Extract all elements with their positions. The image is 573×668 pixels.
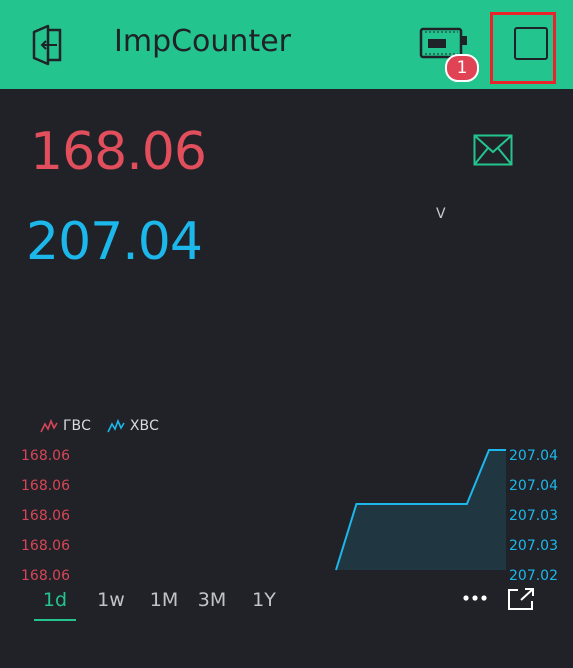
legend-item-cold: ХВС: [107, 418, 159, 434]
tab-1d[interactable]: 1d: [34, 585, 76, 621]
right-axis: 207.04 207.04 207.03 207.03 207.02: [509, 441, 558, 591]
series-area: [336, 450, 506, 570]
left-axis-tick: 168.06: [21, 508, 70, 524]
tab-1w[interactable]: 1w: [84, 585, 138, 621]
back-button[interactable]: [20, 22, 68, 68]
more-button[interactable]: [462, 590, 490, 606]
time-range-tabs: 1d 1w 1M 3M 1Y: [34, 585, 286, 621]
left-axis: 168.06 168.06 168.06 168.06 168.06: [21, 441, 70, 591]
hot-water-value: 168.06: [30, 122, 207, 182]
legend-label-cold: ХВС: [129, 418, 159, 434]
line-chart-icon: [107, 419, 125, 433]
notification-badge: 1: [445, 54, 479, 82]
chart-legend: ГВС ХВС: [40, 418, 175, 434]
chart-area: [335, 449, 506, 571]
tab-3m[interactable]: 3M: [190, 585, 234, 621]
square-button[interactable]: [514, 27, 548, 60]
left-axis-tick: 168.06: [21, 478, 70, 494]
left-axis-tick: 168.06: [21, 448, 70, 464]
right-axis-tick: 207.04: [509, 478, 558, 494]
right-axis-tick: 207.03: [509, 508, 558, 524]
left-axis-tick: 168.06: [21, 538, 70, 554]
app-header: ImpCounter 1: [0, 0, 573, 89]
legend-label-hot: ГВС: [63, 418, 91, 434]
v-label: V: [436, 206, 446, 222]
external-link-icon: [508, 588, 534, 610]
right-axis-tick: 207.03: [509, 538, 558, 554]
right-axis-tick: 207.04: [509, 448, 558, 464]
exit-arrow-icon: [32, 24, 62, 66]
mail-icon: [473, 134, 513, 166]
more-dots-icon: [463, 595, 487, 601]
export-button[interactable]: [506, 586, 536, 612]
email-button[interactable]: [473, 134, 513, 166]
tab-1m[interactable]: 1M: [142, 585, 186, 621]
legend-item-hot: ГВС: [40, 418, 91, 434]
tab-1y[interactable]: 1Y: [242, 585, 286, 621]
cold-water-value: 207.04: [26, 212, 203, 272]
line-chart-icon: [40, 419, 58, 433]
app-title: ImpCounter: [114, 24, 291, 59]
